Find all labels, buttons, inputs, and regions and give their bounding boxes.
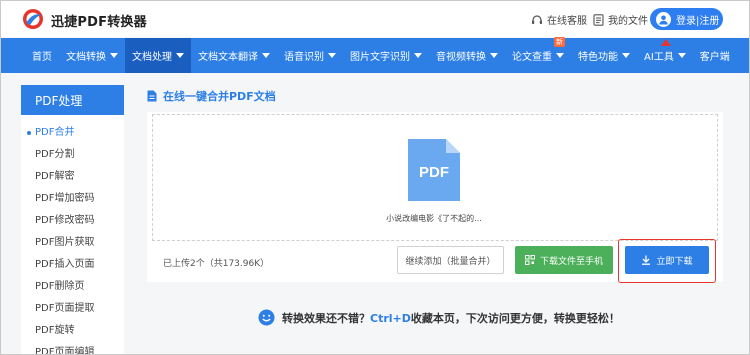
sidebar-item-pdf-decrypt[interactable]: PDF解密	[21, 166, 124, 188]
main-nav: 首页 文档转换 文档处理 文档文本翻译 语音识别 图片文字识别 音视频转换 论文…	[1, 37, 749, 73]
my-files-label: 我的文件	[608, 16, 648, 27]
sidebar-item-pdf-extract-page[interactable]: PDF页面提取	[21, 298, 124, 320]
brand-name[interactable]: 迅捷PDF转换器	[51, 11, 147, 30]
promo-text-after: 收藏本页，下次访问更方便，转换更轻松！	[410, 311, 620, 325]
pdf-file-icon[interactable]: PDF	[406, 137, 462, 203]
brand-logo-icon[interactable]	[21, 8, 45, 30]
nav-item-label: 客户端	[699, 52, 730, 63]
smile-icon	[258, 309, 275, 326]
sidebar-item-pdf-split[interactable]: PDF分割	[21, 144, 124, 166]
user-avatar-icon	[656, 11, 671, 27]
header: 迅捷PDF转换器 在线客服 我的文件 登录|注册	[1, 1, 749, 37]
nav-item-label: 文档处理	[132, 52, 172, 63]
nav-item-label: AI工具	[644, 52, 674, 63]
headset-icon	[532, 14, 542, 24]
nav-item-label: 图片文字识别	[350, 52, 410, 63]
download-to-phone-label: 下载文件至手机	[539, 256, 603, 267]
sidebar-title: PDF处理	[21, 85, 124, 115]
browser-frame: 迅捷PDF转换器 在线客服 我的文件 登录|注册 首页 文档转换 文档处理 文档…	[0, 0, 750, 355]
support-link[interactable]: 在线客服	[531, 12, 587, 27]
nav-item-label: 首页	[32, 52, 52, 63]
sidebar-item-pdf-delete-page[interactable]: PDF删除页	[21, 276, 124, 298]
caret-down-icon	[490, 53, 498, 58]
sidebar-item-pdf-page-edit[interactable]: PDF页面编辑	[21, 342, 124, 354]
nav-item-label: 文档转换	[66, 52, 106, 63]
caret-down-icon	[176, 53, 184, 58]
nav-item-ai-tools[interactable]: AI工具	[637, 38, 693, 73]
caret-down-icon	[622, 53, 630, 58]
pdf-file-icon-label: PDF	[419, 164, 449, 181]
download-now-button[interactable]: 立即下载	[625, 246, 709, 274]
caret-down-icon	[677, 53, 686, 58]
nav-item-label: 文档文本翻译	[198, 52, 258, 63]
nav-item-av-convert[interactable]: 音视频转换	[429, 38, 505, 73]
pointer-arrow-icon	[661, 39, 671, 46]
nav-item-doc-convert[interactable]: 文档转换	[59, 38, 125, 73]
sidebar-item-pdf-change-password[interactable]: PDF修改密码	[21, 210, 124, 232]
page-title: 在线一键合并PDF文档	[147, 88, 276, 104]
file-name: 小说改编电影《了不起的...	[386, 214, 482, 223]
caret-down-icon	[110, 53, 118, 58]
nav-item-speech[interactable]: 语音识别	[277, 38, 343, 73]
promo-bar: 转换效果还不错？Ctrl+D收藏本页，下次访问更方便，转换更轻松！	[258, 309, 620, 326]
caret-down-icon	[414, 53, 422, 58]
promo-text: 转换效果还不错？Ctrl+D收藏本页，下次访问更方便，转换更轻松！	[282, 310, 620, 326]
nav-item-label: 语音识别	[284, 52, 324, 63]
caret-down-icon	[328, 53, 336, 58]
upload-status: 已上传2个（共173.96K）	[163, 259, 270, 269]
nav-item-ocr[interactable]: 图片文字识别	[343, 38, 429, 73]
nav-item-label: 论文查重	[512, 52, 552, 63]
nav-item-label: 音视频转换	[436, 52, 486, 63]
page-title-text: 在线一键合并PDF文档	[163, 90, 276, 103]
sidebar-list: PDF合并 PDF分割 PDF解密 PDF增加密码 PDF修改密码 PDF图片获…	[21, 115, 124, 354]
download-now-label: 立即下载	[656, 256, 693, 267]
nav-item-label: 特色功能	[578, 52, 618, 63]
sidebar-item-pdf-extract-images[interactable]: PDF图片获取	[21, 232, 124, 254]
my-files-link[interactable]: 我的文件	[593, 12, 648, 27]
support-label: 在线客服	[547, 16, 587, 27]
sidebar-item-pdf-insert-page[interactable]: PDF插入页面	[21, 254, 124, 276]
sidebar: PDF处理 PDF合并 PDF分割 PDF解密 PDF增加密码 PDF修改密码 …	[21, 85, 124, 354]
download-icon	[642, 255, 651, 265]
caret-down-icon	[556, 53, 564, 58]
nav-item-home[interactable]: 首页	[25, 38, 59, 73]
nav-item-features[interactable]: 特色功能	[571, 38, 637, 73]
nav-item-client[interactable]: 客户端	[693, 38, 737, 73]
nav-item-doc-process[interactable]: 文档处理	[125, 38, 191, 73]
document-icon	[147, 90, 157, 102]
nav-item-translate[interactable]: 文档文本翻译	[191, 38, 277, 73]
continue-add-button[interactable]: 继续添加（批量合并）	[397, 246, 504, 274]
sidebar-item-pdf-rotate[interactable]: PDF旋转	[21, 320, 124, 342]
download-to-phone-button[interactable]: 下载文件至手机	[515, 246, 613, 274]
promo-text-before: 转换效果还不错？	[282, 311, 370, 325]
new-badge: 新	[554, 37, 565, 47]
sidebar-item-pdf-add-password[interactable]: PDF增加密码	[21, 188, 124, 210]
qr-code-icon	[524, 255, 535, 265]
nav-item-plagiarism[interactable]: 论文查重新	[505, 37, 571, 73]
sidebar-item-pdf-merge[interactable]: PDF合并	[21, 122, 124, 144]
document-icon	[593, 13, 604, 26]
login-label: 登录|注册	[676, 15, 720, 27]
caret-down-icon	[262, 53, 270, 58]
login-button[interactable]: 登录|注册	[650, 8, 723, 30]
promo-shortcut: Ctrl+D	[370, 311, 411, 325]
